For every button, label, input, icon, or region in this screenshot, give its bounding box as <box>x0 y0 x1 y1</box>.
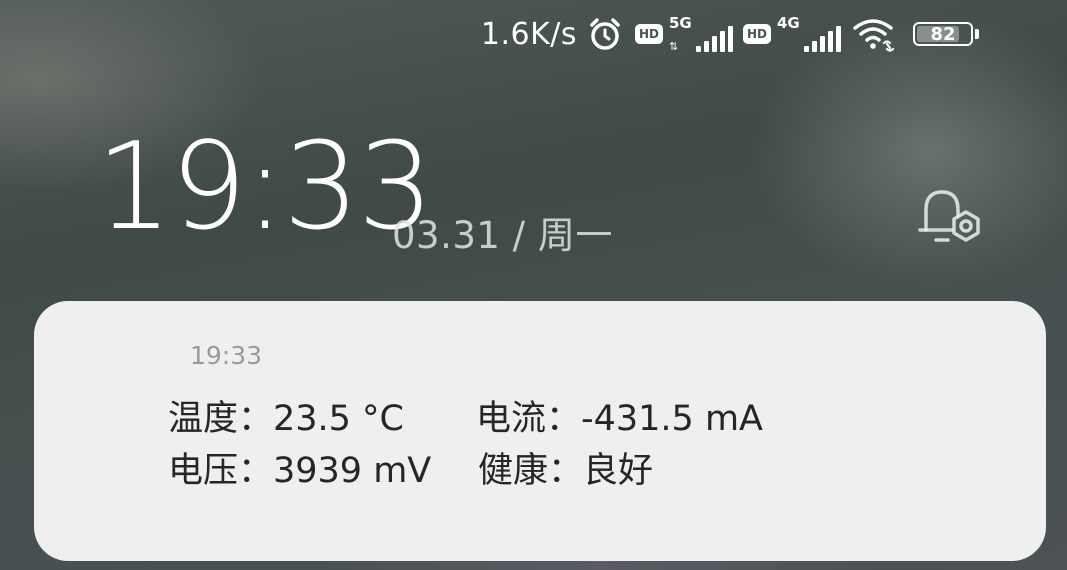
notification-body: 温度：23.5 °C 电流：-431.5 mA 电压：3939 mV 健康：良好 <box>168 393 778 497</box>
status-bar: 1.6K/s HD 5G ⇅ HD 4G 82 <box>481 10 979 58</box>
hd-badge-icon: HD <box>635 24 663 44</box>
signal-bars-icon <box>696 26 733 52</box>
signal-4g-icon: 4G <box>777 14 841 54</box>
network-type-label: 4G <box>777 14 800 32</box>
health-text: 健康：良好 <box>478 451 654 491</box>
alarm-icon <box>587 16 623 52</box>
network-type-label: 5G <box>669 14 692 32</box>
network-speed: 1.6K/s <box>480 16 577 52</box>
wifi-icon <box>851 16 899 52</box>
data-activity-icon: ⇅ <box>669 40 679 53</box>
signal-5g-icon: 5G ⇅ <box>669 14 733 54</box>
voltage-text: 电压：3939 mV <box>168 451 432 491</box>
notification-row: 温度：23.5 °C 电流：-431.5 mA <box>168 393 778 445</box>
notification-card[interactable]: 19:33 温度：23.5 °C 电流：-431.5 mA 电压：3939 mV… <box>34 301 1046 561</box>
battery-icon: 82 <box>913 22 979 46</box>
notification-time: 19:33 <box>190 341 263 370</box>
signal-bars-icon <box>804 26 841 52</box>
current-text: 电流：-431.5 mA <box>476 399 763 439</box>
lockscreen-date: 03.31 / 周一 <box>392 214 613 257</box>
hd-badge-icon: HD <box>743 24 771 44</box>
battery-tip <box>975 29 979 39</box>
temperature-text: 温度：23.5 °C <box>168 399 404 439</box>
bell-gear-icon[interactable] <box>918 186 990 250</box>
lockscreen-clock: 19:33 <box>96 118 434 257</box>
notification-row: 电压：3939 mV 健康：良好 <box>168 445 778 497</box>
battery-percentage: 82 <box>930 23 956 45</box>
